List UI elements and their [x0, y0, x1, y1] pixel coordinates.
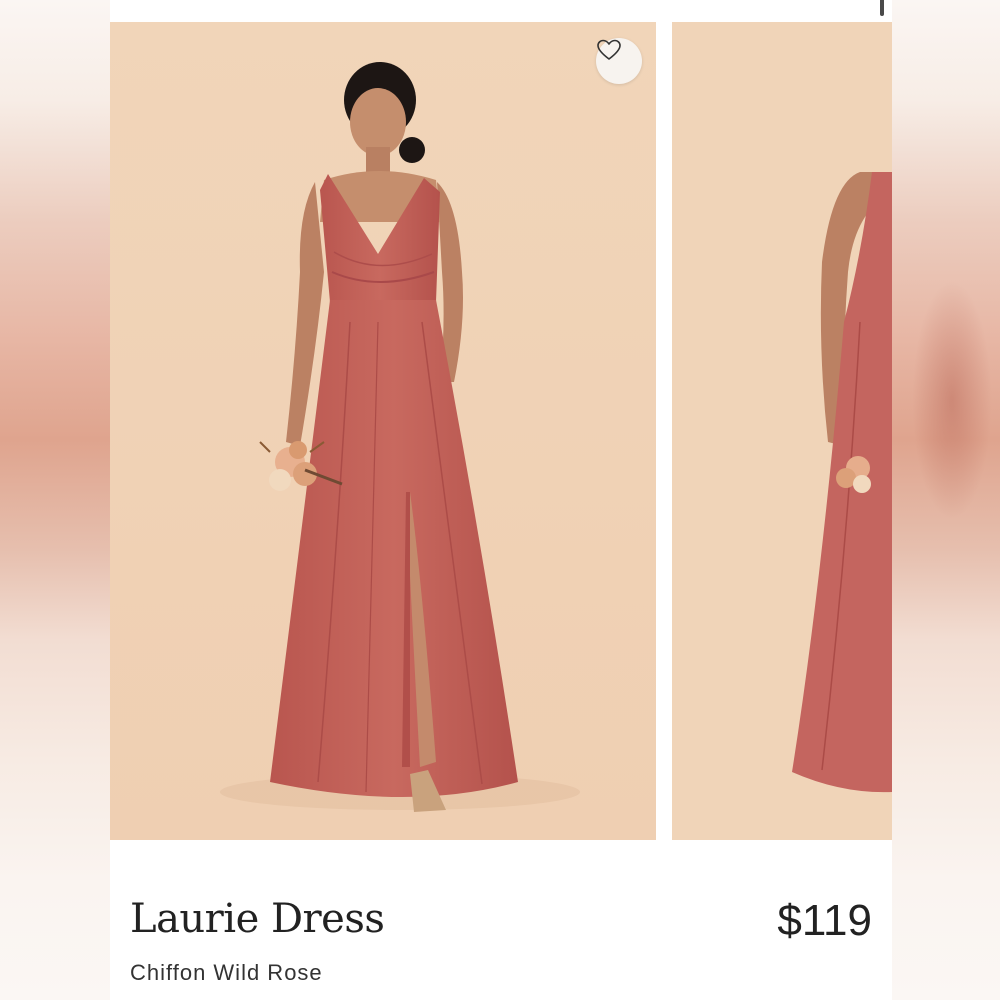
- app-screen: Laurie Dress Chiffon Wild Rose $119: [110, 0, 892, 1000]
- product-image-secondary[interactable]: [672, 22, 892, 840]
- favorite-button[interactable]: [596, 38, 642, 84]
- blurred-background-right: [892, 0, 1000, 1000]
- product-image-main[interactable]: [110, 22, 656, 840]
- heart-outline-icon: [597, 39, 621, 60]
- product-name[interactable]: Laurie Dress: [130, 896, 385, 942]
- product-variant: Chiffon Wild Rose: [130, 960, 323, 985]
- blurred-background-left: [0, 0, 110, 1000]
- scroll-indicator: [880, 0, 884, 16]
- product-photo-back: [672, 22, 892, 840]
- product-photo-main: [110, 22, 656, 840]
- product-price: $119: [777, 896, 872, 945]
- product-info: Laurie Dress Chiffon Wild Rose $119: [110, 840, 892, 1000]
